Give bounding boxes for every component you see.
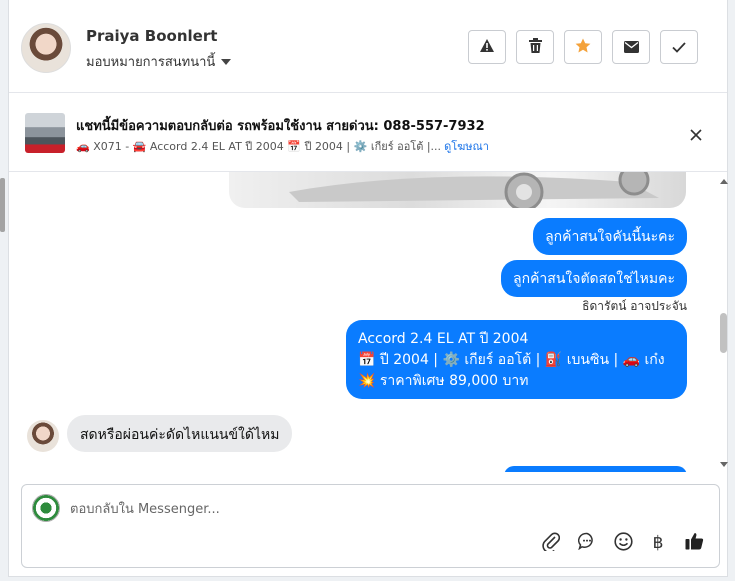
ad-reference-banner: แชทนี้มีข้อความตอบกลับต่อ รถพร้อมใช้งาน … — [9, 93, 727, 172]
star-icon — [575, 38, 591, 57]
emoji-button[interactable] — [612, 531, 634, 555]
view-ad-link[interactable]: ดูโฆษณา — [444, 137, 489, 155]
outgoing-message-partial — [504, 466, 687, 472]
close-icon — [685, 129, 707, 150]
car-price-line: 💥 ราคาพิเศษ 89,000 บาท — [358, 373, 529, 389]
chat-bubble-icon — [578, 532, 596, 554]
scrollbar-thumb[interactable] — [720, 313, 727, 353]
check-icon — [672, 38, 686, 57]
ad-thumbnail — [25, 113, 65, 153]
trash-icon — [528, 37, 542, 57]
mark-done-button[interactable] — [660, 30, 698, 64]
like-button[interactable] — [683, 532, 705, 554]
car-title-line: Accord 2.4 EL AT ปี 2004 — [358, 331, 529, 347]
attach-button[interactable] — [540, 532, 562, 554]
mail-button[interactable] — [612, 30, 650, 64]
baht-icon: ฿ — [652, 533, 664, 553]
left-scroll-indicator — [0, 178, 5, 232]
assign-label: มอบหมายการสนทนานี้ — [86, 55, 216, 70]
car-image-attachment[interactable] — [229, 172, 686, 208]
paperclip-icon — [542, 531, 561, 555]
conversation-panel: Praiya Boonlert มอบหมายการสนทนานี้ แชทนี… — [8, 0, 728, 577]
outgoing-message: ลูกค้าสนใจตัดสดใช่ไหมคะ — [501, 260, 687, 297]
page-logo-icon — [32, 494, 60, 522]
mail-icon — [623, 38, 639, 57]
contact-name: Praiya Boonlert — [86, 27, 218, 45]
saved-replies-button[interactable] — [576, 532, 598, 554]
star-button[interactable] — [564, 30, 602, 64]
outgoing-message: Accord 2.4 EL AT ปี 2004 📅 ปี 2004 | ⚙️ … — [346, 320, 687, 399]
ad-subtitle: 🚗 X071 - 🚘 Accord 2.4 EL AT ปี 2004 📅 ปี… — [76, 137, 489, 155]
conversation-header: Praiya Boonlert มอบหมายการสนทนานี้ — [9, 0, 727, 93]
avatar[interactable] — [21, 23, 71, 73]
car-spec-line: 📅 ปี 2004 | ⚙️ เกียร์ ออโต้ | ⛽ เบนซิน |… — [358, 352, 665, 368]
ad-subtitle-text: 🚗 X071 - 🚘 Accord 2.4 EL AT ปี 2004 📅 ปี… — [76, 140, 442, 153]
contact-avatar — [27, 420, 59, 452]
emoji-icon — [613, 531, 633, 555]
message-list: ลูกค้าสนใจคันนี้นะคะ ลูกค้าสนใจตัดสดใช่ไ… — [9, 172, 727, 472]
payment-button[interactable]: ฿ — [647, 532, 669, 554]
outgoing-message: ลูกค้าสนใจคันนี้นะคะ — [533, 218, 687, 255]
incoming-message: สดหรือผ่อนค่ะดัดไหแนนข์ใด้ไหม — [67, 415, 293, 452]
composer: ฿ — [21, 484, 720, 568]
delete-button[interactable] — [516, 30, 554, 64]
chevron-down-icon — [221, 58, 232, 65]
warning-icon — [479, 38, 495, 57]
ad-title: แชทนี้มีข้อความตอบกลับต่อ รถพร้อมใช้งาน … — [76, 119, 485, 134]
reply-input[interactable] — [68, 497, 672, 521]
thumbs-up-icon — [685, 532, 704, 554]
close-banner-button[interactable] — [685, 124, 707, 146]
report-button[interactable] — [468, 30, 506, 64]
sender-name: ธิดารัตน์ อาจประจัน — [582, 299, 687, 313]
assign-dropdown[interactable]: มอบหมายการสนทนานี้ — [86, 51, 232, 72]
